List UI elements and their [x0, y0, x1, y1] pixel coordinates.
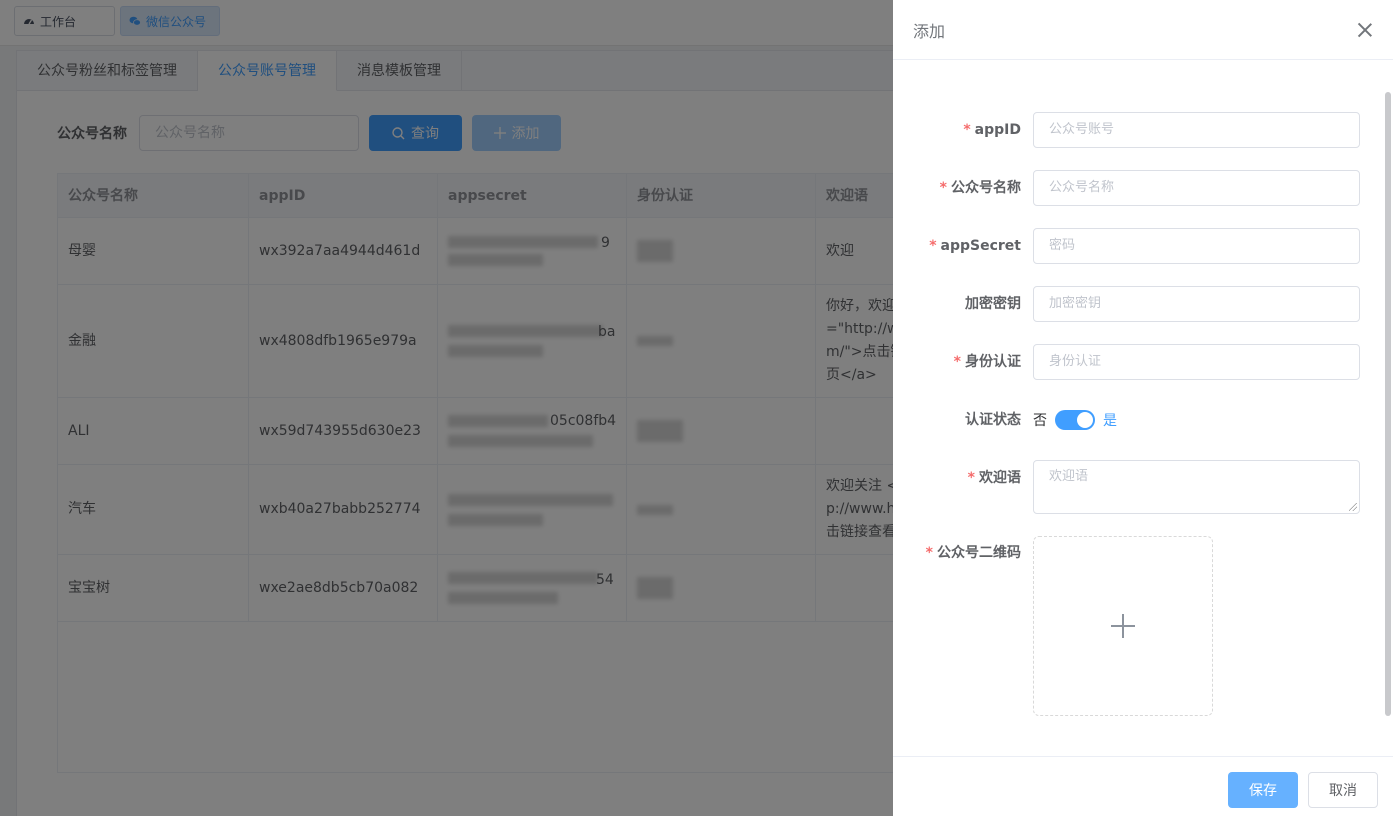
- save-button[interactable]: 保存: [1228, 772, 1298, 808]
- required-mark: *: [925, 545, 933, 561]
- field-label: 欢迎语: [979, 470, 1021, 486]
- field-label: 身份认证: [965, 354, 1021, 370]
- name-input[interactable]: 公众号名称: [1033, 170, 1360, 206]
- close-icon[interactable]: [1357, 22, 1373, 38]
- appid-input[interactable]: 公众号账号: [1033, 112, 1360, 148]
- required-mark: *: [953, 354, 961, 370]
- plus-icon: [1111, 614, 1135, 638]
- form-item-qrcode: * 公众号二维码: [893, 536, 1393, 716]
- field-label: 认证状态: [965, 412, 1021, 428]
- form-item-welcome: * 欢迎语 欢迎语: [893, 460, 1393, 514]
- form-item-secret: * appSecret 密码: [893, 228, 1393, 264]
- required-mark: *: [967, 470, 975, 486]
- auth-input[interactable]: 身份认证: [1033, 344, 1360, 380]
- required-mark: *: [963, 122, 971, 138]
- form-item-key: 加密密钥 加密密钥: [893, 286, 1393, 322]
- form-item-appid: * appID 公众号账号: [893, 112, 1393, 148]
- add-drawer: 添加 * appID 公众号账号 * 公众号名称 公众号名称 * appSecret …: [893, 0, 1393, 816]
- drawer-header: 添加: [893, 0, 1393, 60]
- drawer-footer: 保存 取消: [893, 756, 1393, 816]
- field-label: 公众号二维码: [937, 545, 1021, 561]
- qrcode-uploader[interactable]: [1033, 536, 1213, 716]
- encryption-key-input[interactable]: 加密密钥: [1033, 286, 1360, 322]
- required-mark: *: [939, 180, 947, 196]
- secret-input[interactable]: 密码: [1033, 228, 1360, 264]
- field-label: appSecret: [940, 238, 1021, 254]
- welcome-textarea[interactable]: 欢迎语: [1033, 460, 1360, 514]
- field-label: 加密密钥: [965, 296, 1021, 312]
- form-item-name: * 公众号名称 公众号名称: [893, 170, 1393, 206]
- field-label: 公众号名称: [951, 180, 1021, 196]
- switch-off-label[interactable]: 否: [1033, 410, 1047, 430]
- switch-on-label[interactable]: 是: [1103, 410, 1117, 430]
- status-switch-group: 否 是: [1033, 402, 1117, 438]
- cancel-button[interactable]: 取消: [1308, 772, 1378, 808]
- form-item-status: 认证状态 否 是: [893, 402, 1393, 438]
- field-label: appID: [974, 122, 1021, 138]
- required-mark: *: [929, 238, 937, 254]
- status-switch[interactable]: [1055, 410, 1095, 430]
- form-item-auth: * 身份认证 身份认证: [893, 344, 1393, 380]
- drawer-title: 添加: [913, 21, 946, 41]
